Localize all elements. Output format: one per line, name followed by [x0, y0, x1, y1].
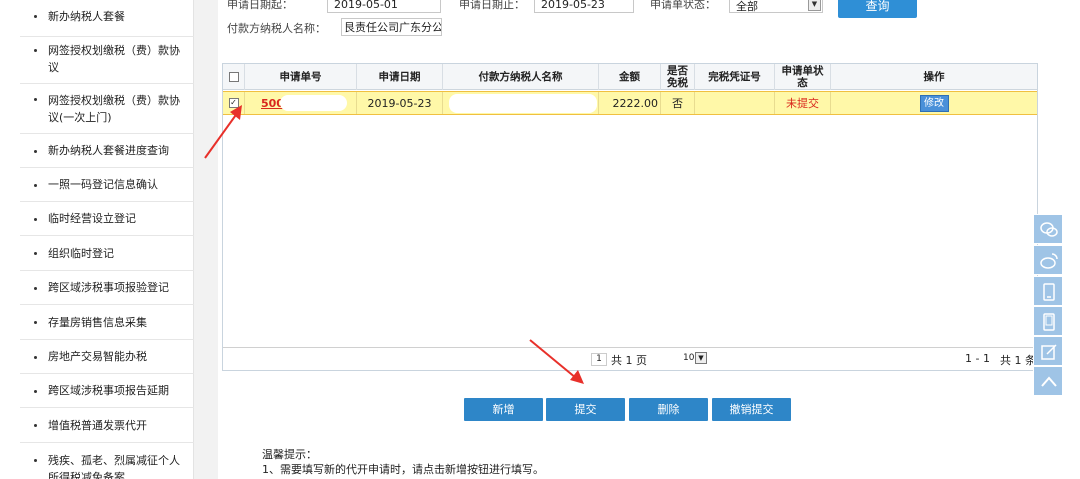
sidebar-item-label: 房地产交易智能办税	[48, 350, 147, 363]
col-voucher-no[interactable]: 完税凭证号	[695, 64, 775, 90]
redaction-mask	[280, 95, 347, 111]
app-date-cell: 2019-05-23	[357, 92, 443, 114]
sidebar-item-new-taxpayer-package[interactable]: 新办纳税人套餐	[20, 0, 194, 37]
total-pages-text: 共 1 页	[611, 354, 647, 367]
sidebar-item-vat-invoice-issuance[interactable]: 增值税普通发票代开	[20, 408, 194, 443]
sidebar-item-online-debit-agreement[interactable]: 网签授权划缴税（费）款协议	[20, 37, 194, 84]
revoke-submit-button[interactable]: 撤销提交	[712, 398, 791, 421]
bullet-icon	[34, 287, 37, 290]
sidebar-item-online-debit-agreement-single-visit[interactable]: 网签授权划缴税（费）款协议(一次上门)	[20, 84, 194, 134]
annotation-arrow-checkbox	[204, 105, 242, 159]
back-to-top-icon[interactable]	[1033, 366, 1063, 396]
sidebar-item-label: 网签授权划缴税（费）款协议	[48, 44, 180, 74]
app-root: 新办纳税人套餐 网签授权划缴税（费）款协议 网签授权划缴税（费）款协议(一次上门…	[0, 0, 1080, 479]
sidebar-item-label: 增值税普通发票代开	[48, 419, 147, 432]
sidebar-item-cross-region-registration[interactable]: 跨区域涉税事项报验登记	[20, 271, 194, 305]
feedback-edit-icon[interactable]	[1033, 336, 1063, 366]
bullet-icon	[34, 98, 37, 101]
operation-cell: 修改	[831, 92, 1037, 114]
pagination-bar: 1 共 1 页 10 ▼ 1 - 1 共 1 条	[223, 347, 1037, 370]
delete-button[interactable]: 删除	[629, 398, 708, 421]
sidebar-item-label: 新办纳税人套餐	[48, 10, 125, 23]
col-amount[interactable]: 金额	[599, 64, 661, 90]
sidebar-item-temp-business-registration[interactable]: 临时经营设立登记	[20, 202, 194, 236]
sidebar-item-label: 组织临时登记	[48, 247, 114, 260]
bullet-icon	[34, 252, 37, 255]
sidebar-item-label: 网签授权划缴税（费）款协议(一次上门)	[48, 94, 180, 124]
mobile-app-icon[interactable]	[1033, 276, 1063, 306]
tips-title: 温馨提示：	[262, 448, 317, 461]
col-operation: 操作	[923, 71, 945, 83]
annotation-arrow-submit	[529, 339, 584, 384]
payer-name-label: 付款方纳税人名称：	[227, 22, 326, 35]
col-app-date[interactable]: 申请日期	[357, 64, 443, 90]
bullet-icon	[34, 49, 37, 52]
application-table: 申请单号 申请日期 付款方纳税人名称 金额 是否免税 完税凭证号 申请单状态 操…	[222, 63, 1038, 371]
bullet-icon	[34, 390, 37, 393]
chevron-down-icon: ▼	[695, 352, 707, 364]
bullet-icon	[34, 356, 37, 359]
sidebar-item-label: 残疾、孤老、烈属减征个人所得税减免备案	[48, 454, 180, 479]
select-all-checkbox[interactable]	[228, 72, 239, 82]
chevron-down-icon: ▼	[808, 0, 821, 11]
bullet-icon	[34, 218, 37, 221]
sidebar-item-package-progress[interactable]: 新办纳税人套餐进度查询	[20, 134, 194, 168]
page-size-value: 10	[683, 353, 695, 363]
table-row[interactable]: ✓ 500 2019-05-23 2222.00 否 未提交 修改	[223, 91, 1037, 115]
sidebar-item-org-temp-registration[interactable]: 组织临时登记	[20, 236, 194, 271]
sidebar-item-label: 跨区域涉税事项报验登记	[48, 281, 169, 294]
date-start-input[interactable]: 2019-05-01	[327, 0, 441, 13]
select-all-cell[interactable]	[223, 64, 245, 90]
bullet-icon	[34, 459, 37, 462]
submit-button[interactable]: 提交	[546, 398, 625, 421]
wechat-icon[interactable]	[1033, 214, 1063, 244]
bullet-icon	[34, 424, 37, 427]
bullet-icon	[34, 15, 37, 18]
sidebar-item-label: 新办纳税人套餐进度查询	[48, 144, 169, 157]
date-start-label: 申请日期起：	[227, 0, 293, 11]
tablet-icon[interactable]	[1033, 306, 1063, 336]
add-button[interactable]: 新增	[464, 398, 543, 421]
sidebar-item-label: 跨区域涉税事项报告延期	[48, 384, 169, 397]
edit-button[interactable]: 修改	[919, 94, 949, 112]
sidebar-item-disability-tax-relief[interactable]: 残疾、孤老、烈属减征个人所得税减免备案	[20, 443, 194, 479]
sidebar-item-license-confirm[interactable]: 一照一码登记信息确认	[20, 168, 194, 202]
record-range-text: 1 - 1	[965, 352, 990, 365]
col-status[interactable]: 申请单状态	[775, 64, 831, 90]
date-end-label: 申请日期止：	[459, 0, 525, 11]
sidebar-item-label: 存量房销售信息采集	[48, 316, 147, 329]
status-select[interactable]: 全部 ▼	[729, 0, 823, 13]
tips-line-1: 1、需要填写新的代开申请时，请点击新增按钮进行填写。	[262, 463, 544, 476]
bullet-icon	[34, 184, 37, 187]
sidebar-item-cross-region-extension[interactable]: 跨区域涉税事项报告延期	[20, 374, 194, 408]
col-tax-free[interactable]: 是否免税	[661, 64, 695, 90]
sidebar: 新办纳税人套餐 网签授权划缴税（费）款协议 网签授权划缴税（费）款协议(一次上门…	[20, 0, 194, 479]
weibo-icon[interactable]	[1033, 245, 1063, 275]
tax-free-cell: 否	[661, 92, 695, 114]
page-number-input[interactable]: 1	[591, 353, 607, 366]
total-records-text: 共 1 条	[1000, 354, 1036, 367]
status-cell: 未提交	[775, 92, 831, 114]
sidebar-item-housing-sales-info[interactable]: 存量房销售信息采集	[20, 305, 194, 340]
page-size-select[interactable]: 10 ▼	[683, 352, 709, 366]
table-header: 申请单号 申请日期 付款方纳税人名称 金额 是否免税 完税凭证号 申请单状态 操…	[223, 64, 1037, 90]
col-app-no[interactable]: 申请单号	[245, 64, 357, 90]
sidebar-item-label: 一照一码登记信息确认	[48, 178, 158, 191]
bullet-icon	[34, 150, 37, 153]
sidebar-item-real-estate-smart-tax[interactable]: 房地产交易智能办税	[20, 340, 194, 374]
query-button[interactable]: 查询	[838, 0, 917, 18]
bullet-icon	[34, 321, 37, 324]
sidebar-gutter	[194, 0, 218, 479]
date-end-input[interactable]: 2019-05-23	[534, 0, 634, 13]
status-label: 申请单状态：	[650, 0, 716, 11]
status-select-value: 全部	[736, 0, 758, 13]
sidebar-item-label: 临时经营设立登记	[48, 212, 136, 225]
voucher-no-cell	[695, 92, 775, 114]
payer-name-input[interactable]: 艮责任公司广东分公司	[341, 18, 442, 36]
redaction-mask	[449, 94, 597, 113]
col-payer-name[interactable]: 付款方纳税人名称	[443, 64, 599, 90]
amount-cell: 2222.00	[599, 92, 661, 114]
